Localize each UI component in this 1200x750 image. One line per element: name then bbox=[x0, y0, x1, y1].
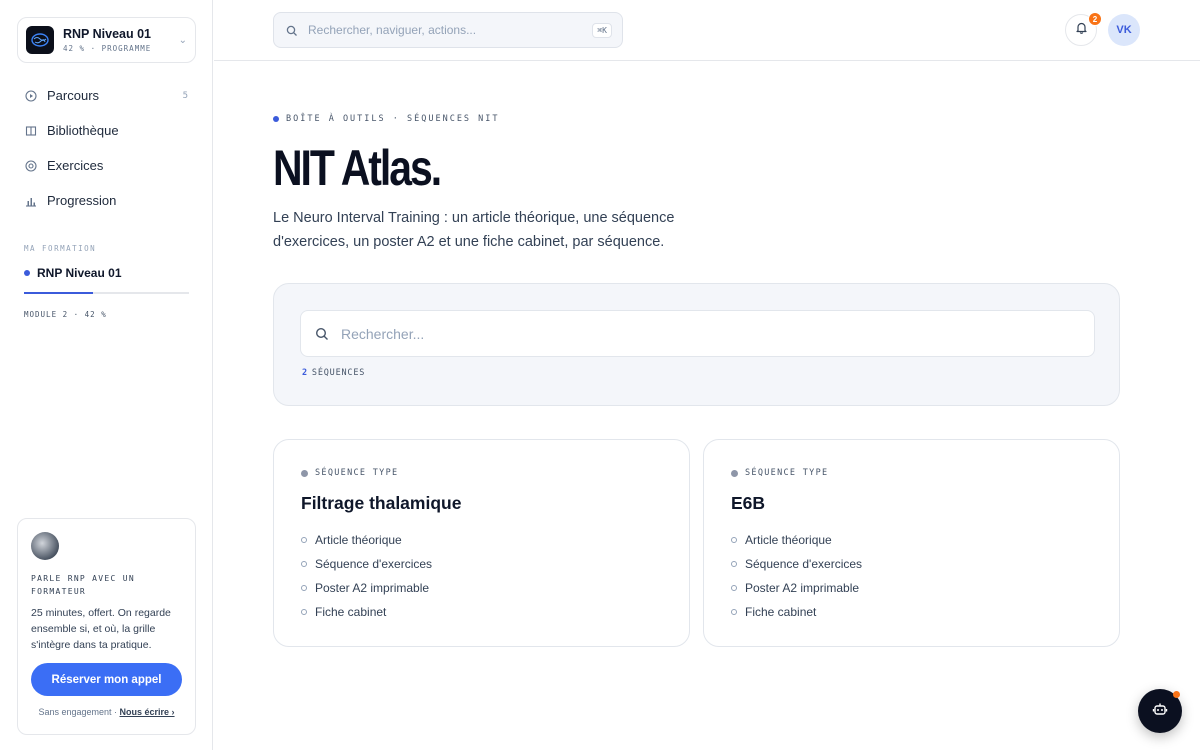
sidebar-item-label: Bibliothèque bbox=[47, 123, 119, 138]
sequence-card-filtrage[interactable]: SÉQUENCE TYPE Filtrage thalamique Articl… bbox=[273, 439, 690, 647]
result-count-number: 2 bbox=[302, 368, 308, 378]
robot-icon bbox=[1152, 701, 1168, 722]
play-circle-icon bbox=[25, 89, 37, 102]
book-call-button[interactable]: Réserver mon appel bbox=[31, 663, 182, 696]
program-switcher[interactable]: RNP Niveau 01 42 % · PROGRAMME ⌄ bbox=[17, 17, 196, 63]
formation-progress-fill bbox=[24, 292, 94, 294]
call-footer-text: Sans engagement · bbox=[38, 707, 120, 717]
brain-logo-icon bbox=[26, 26, 54, 54]
user-avatar[interactable]: VK bbox=[1108, 14, 1140, 46]
contact-link[interactable]: Nous écrire › bbox=[120, 707, 175, 717]
notification-badge: 2 bbox=[1088, 12, 1102, 26]
list-item: Article théorique bbox=[301, 528, 662, 552]
circle-bullet-icon bbox=[301, 561, 307, 567]
formation-progress-bar bbox=[24, 292, 189, 294]
target-icon bbox=[25, 159, 37, 172]
list-item: Poster A2 imprimable bbox=[731, 576, 1092, 600]
shortcut-hint: ⌘K bbox=[592, 22, 612, 38]
global-search[interactable]: ⌘K bbox=[273, 12, 623, 48]
status-dot-icon bbox=[1173, 691, 1180, 698]
topbar: ⌘K 2 VK bbox=[214, 0, 1200, 61]
list-item-label: Article théorique bbox=[745, 533, 832, 547]
bell-icon bbox=[1075, 21, 1088, 39]
card-resource-list: Article théorique Séquence d'exercices P… bbox=[301, 528, 662, 624]
card-type: SÉQUENCE TYPE bbox=[731, 468, 1092, 478]
result-count: 2 SÉQUENCES bbox=[302, 368, 365, 378]
list-item-label: Fiche cabinet bbox=[315, 605, 387, 619]
sidebar-item-count: 5 bbox=[182, 90, 188, 101]
page-description: Le Neuro Interval Training : un article … bbox=[273, 210, 675, 250]
circle-bullet-icon bbox=[731, 561, 737, 567]
list-item: Séquence d'exercices bbox=[301, 552, 662, 576]
program-meta: 42 % · PROGRAMME bbox=[63, 44, 152, 53]
chevron-down-icon: ⌄ bbox=[178, 34, 187, 46]
card-resource-list: Article théorique Séquence d'exercices P… bbox=[731, 528, 1092, 624]
circle-bullet-icon bbox=[731, 585, 737, 591]
circle-bullet-icon bbox=[301, 537, 307, 543]
sidebar-nav: Parcours 5 Bibliothèque Exercices Progre… bbox=[17, 78, 196, 218]
list-item: Fiche cabinet bbox=[301, 600, 662, 624]
sidebar-item-exercices[interactable]: Exercices bbox=[17, 148, 196, 183]
call-footer: Sans engagement · Nous écrire › bbox=[31, 707, 182, 717]
sequence-search[interactable] bbox=[300, 310, 1095, 357]
sidebar-item-label: Parcours bbox=[47, 88, 100, 103]
sidebar-item-progression[interactable]: Progression bbox=[17, 183, 196, 218]
card-title: Filtrage thalamique bbox=[301, 493, 462, 513]
active-dot-icon bbox=[24, 270, 30, 276]
call-card: PARLE RNP AVEC UN FORMATEUR 25 minutes, … bbox=[17, 518, 196, 735]
global-search-input[interactable] bbox=[308, 23, 593, 37]
circle-bullet-icon bbox=[731, 609, 737, 615]
circle-bullet-icon bbox=[301, 585, 307, 591]
call-description: 25 minutes, offert. On regarde ensemble … bbox=[31, 607, 171, 651]
sequence-search-input[interactable] bbox=[341, 325, 1080, 342]
list-item: Article théorique bbox=[731, 528, 1092, 552]
module-label: MODULE 2 · 42 % bbox=[24, 310, 107, 319]
eyebrow: BOÎTE À OUTILS · SÉQUENCES NIT bbox=[273, 114, 500, 124]
eyebrow-dot-icon bbox=[273, 116, 279, 122]
card-type-dot-icon bbox=[301, 469, 308, 477]
trainer-avatar bbox=[31, 532, 59, 560]
eyebrow-text: BOÎTE À OUTILS · SÉQUENCES NIT bbox=[286, 114, 500, 124]
list-item-label: Article théorique bbox=[315, 533, 402, 547]
call-title: PARLE RNP AVEC UN FORMATEUR bbox=[31, 574, 135, 596]
formation-item[interactable]: RNP Niveau 01 bbox=[24, 266, 122, 280]
sidebar-item-bibliotheque[interactable]: Bibliothèque bbox=[17, 113, 196, 148]
list-item-label: Poster A2 imprimable bbox=[745, 581, 860, 595]
card-type: SÉQUENCE TYPE bbox=[301, 468, 662, 478]
notifications-button[interactable]: 2 bbox=[1065, 12, 1102, 46]
list-item-label: Séquence d'exercices bbox=[315, 557, 433, 571]
book-icon bbox=[25, 125, 37, 137]
search-icon bbox=[286, 24, 298, 36]
program-name: RNP Niveau 01 bbox=[63, 27, 152, 41]
list-item-label: Poster A2 imprimable bbox=[315, 581, 430, 595]
sequence-card-e6b[interactable]: SÉQUENCE TYPE E6B Article théorique Séqu… bbox=[703, 439, 1120, 647]
sidebar-item-parcours[interactable]: Parcours 5 bbox=[17, 78, 196, 113]
circle-bullet-icon bbox=[301, 609, 307, 615]
result-count-label: SÉQUENCES bbox=[311, 368, 366, 378]
section-label: MA FORMATION bbox=[24, 244, 97, 253]
circle-bullet-icon bbox=[731, 537, 737, 543]
list-item: Fiche cabinet bbox=[731, 600, 1092, 624]
card-title: E6B bbox=[731, 493, 766, 513]
list-item: Séquence d'exercices bbox=[731, 552, 1092, 576]
list-item: Poster A2 imprimable bbox=[301, 576, 662, 600]
assistant-bot-button[interactable] bbox=[1138, 689, 1182, 733]
formation-name: RNP Niveau 01 bbox=[37, 266, 122, 280]
bar-chart-icon bbox=[25, 195, 37, 207]
sidebar-item-label: Exercices bbox=[47, 158, 104, 173]
list-item-label: Fiche cabinet bbox=[745, 605, 817, 619]
card-type-label: SÉQUENCE TYPE bbox=[745, 468, 829, 478]
sidebar: RNP Niveau 01 42 % · PROGRAMME ⌄ Parcour… bbox=[0, 0, 213, 750]
search-panel: 2SÉQUENCES bbox=[273, 283, 1120, 406]
card-type-label: SÉQUENCE TYPE bbox=[315, 468, 399, 478]
card-type-dot-icon bbox=[731, 469, 738, 477]
list-item-label: Séquence d'exercices bbox=[745, 557, 863, 571]
page-title: NIT Atlas. bbox=[273, 140, 442, 196]
search-icon bbox=[315, 327, 329, 341]
sidebar-item-label: Progression bbox=[47, 193, 117, 208]
